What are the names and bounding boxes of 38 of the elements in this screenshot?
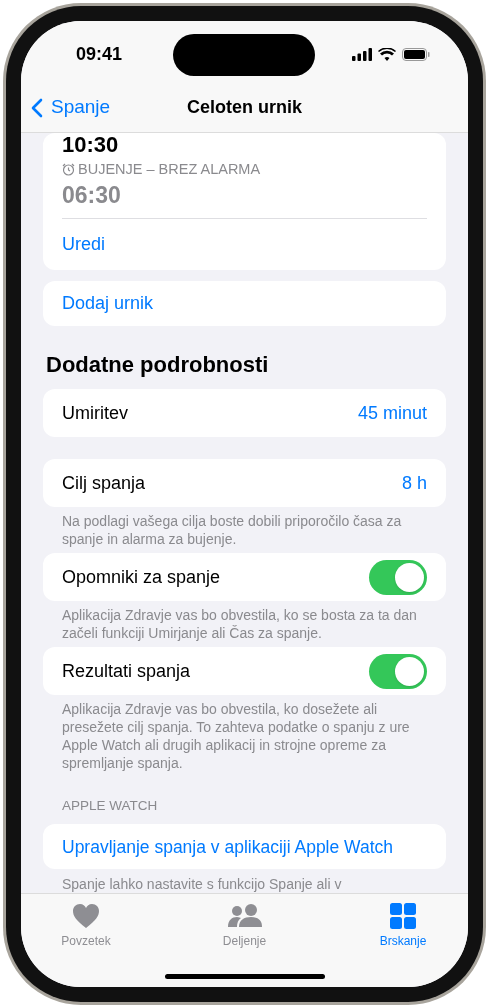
settings-row[interactable]: Umiritev 45 minut	[43, 389, 446, 438]
tab-item[interactable]: Povzetek	[51, 903, 121, 950]
heart-icon	[72, 903, 100, 929]
row-footnote: Aplikacija Zdravje vas bo obvestila, ko dosežete ali presežete cilj spanja. To zahteva podatke o spanju z ure Apple Watch ali drugih aplikacij in strojne opreme za spremljanje spanja.	[61, 700, 411, 773]
row-value: 8 h	[401, 471, 427, 495]
row-label: Opomniki za spanje	[62, 565, 221, 589]
row-value: 45 minut	[357, 401, 427, 425]
signal-icon	[352, 47, 372, 61]
row-label: Cilj spanja	[62, 471, 146, 495]
settings-row[interactable]: Cilj spanja 8 h	[43, 459, 446, 508]
back-button[interactable]: Spanje	[31, 93, 111, 122]
battery-icon	[402, 47, 430, 61]
row-label: Rezultati spanja	[62, 659, 191, 683]
tab-item[interactable]: Brskanje	[368, 903, 438, 950]
apple-watch-footnote: Spanje lahko nastavite s funkcijo Spanje ali v	[61, 875, 343, 893]
section-header: APPLE WATCH	[61, 797, 159, 816]
tab-item[interactable]: Deljenje	[209, 903, 280, 950]
nav-title: Celoten urnik	[187, 96, 302, 119]
wake-time: 06:30	[62, 180, 122, 209]
wifi-icon	[378, 47, 396, 61]
row-label: Umiritev	[62, 401, 128, 425]
row-footnote: Na podlagi vašega cilja boste dobili priporočilo časa za spanje in alarma za bujenje.	[61, 512, 403, 549]
settings-row[interactable]: Rezultati spanja	[43, 647, 446, 696]
edit-link[interactable]: Uredi	[62, 230, 105, 258]
settings-row[interactable]: Opomniki za spanje	[43, 553, 446, 602]
status-time: 09:41	[76, 42, 123, 66]
row-footnote: Aplikacija Zdravje vas bo obvestila, ko se bosta za ta dan začeli funkciji Umirjanje ali Čas za spanje.	[61, 606, 418, 643]
people-icon	[226, 904, 263, 928]
toggle-switch[interactable]	[369, 653, 427, 689]
section-title: Dodatne podrobnosti	[45, 351, 270, 380]
wake-label: BUJENJE – BREZ ALARMA	[78, 160, 261, 179]
apple-watch-link[interactable]: Upravljanje spanja v aplikaciji Apple Watch	[43, 824, 446, 869]
grid-icon	[390, 903, 416, 929]
chevron-left-icon	[31, 97, 43, 118]
add-schedule-button[interactable]: Dodaj urnik	[43, 280, 446, 327]
alarm-clock-icon	[62, 163, 75, 177]
bedtime-time: 10:30	[62, 133, 120, 157]
toggle-switch[interactable]	[369, 559, 427, 595]
